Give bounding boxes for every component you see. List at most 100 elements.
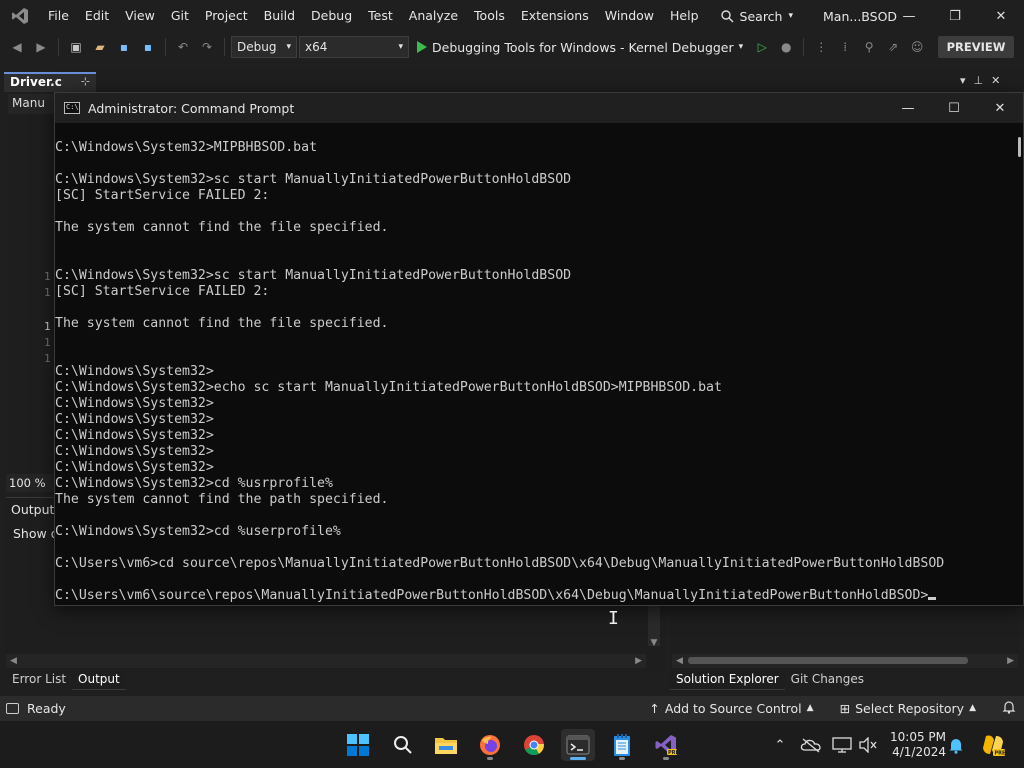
breakpoints-icon[interactable]: ⁞ (834, 36, 856, 58)
minimize-button[interactable]: — (886, 0, 932, 32)
close-icon[interactable]: ✕ (991, 74, 1000, 87)
tab-git-changes[interactable]: Git Changes (785, 670, 870, 690)
menu-build[interactable]: Build (256, 0, 303, 32)
search-menu[interactable]: Search ▾ (715, 0, 799, 32)
undo-icon[interactable]: ↶ (172, 36, 194, 58)
navigate-back-icon[interactable]: ◀ (6, 36, 28, 58)
menu-tools[interactable]: Tools (466, 0, 513, 32)
play-icon (417, 41, 427, 53)
scroll-left-arrow-icon[interactable]: ◀ (10, 656, 17, 666)
chrome-button[interactable] (517, 729, 551, 761)
copilot-preview-icon[interactable]: PRE (980, 732, 1006, 758)
menu-test[interactable]: Test (360, 0, 401, 32)
tool-window-controls: ▾ ⊥ ✕ (960, 74, 1000, 87)
start-button[interactable] (341, 729, 375, 761)
console-line: The system cannot find the file specifie… (55, 220, 389, 235)
scroll-right-arrow-icon[interactable]: ▶ (1007, 656, 1014, 666)
taskbar-search-button[interactable] (386, 729, 420, 761)
network-display-icon[interactable] (832, 737, 852, 753)
save-all-icon[interactable]: ▪ (137, 36, 159, 58)
scroll-left-arrow-icon[interactable]: ◀ (676, 656, 683, 666)
console-vertical-scrollbar[interactable] (1009, 123, 1023, 605)
tab-solution-explorer[interactable]: Solution Explorer (670, 670, 785, 690)
open-folder-icon[interactable]: ▰ (89, 36, 111, 58)
notepad-button[interactable] (605, 729, 639, 761)
line-number: 1 (44, 352, 51, 365)
feedback-icon[interactable]: ☺ (906, 36, 928, 58)
menu-debug[interactable]: Debug (303, 0, 360, 32)
filter-icon[interactable]: ⚲ (858, 36, 880, 58)
clock-date: 4/1/2024 (892, 745, 946, 759)
pin-icon[interactable]: ⊹ (81, 75, 90, 88)
menu-project[interactable]: Project (197, 0, 256, 32)
live-share-icon[interactable]: ⇗ (882, 36, 904, 58)
start-debugging-button[interactable]: Debugging Tools for Windows - Kernel Deb… (417, 40, 743, 55)
notifications-bell-icon[interactable] (1002, 700, 1016, 717)
save-icon[interactable]: ▪ (113, 36, 135, 58)
visual-studio-button[interactable]: PRE (649, 729, 683, 761)
configuration-select[interactable]: Debug ▾ (231, 36, 297, 58)
scrollbar-thumb[interactable] (1018, 137, 1021, 157)
menu-extensions[interactable]: Extensions (513, 0, 597, 32)
chevron-down-icon: ▾ (738, 42, 744, 52)
visual-studio-logo-icon[interactable] (0, 0, 40, 32)
preview-badge[interactable]: PREVIEW (938, 36, 1014, 58)
console-line: C:\Windows\System32> (55, 364, 214, 379)
output-horizontal-scrollbar[interactable]: ◀ ▶ (6, 654, 646, 668)
chevron-down-icon: ▾ (788, 11, 794, 21)
document-tab-driver-c[interactable]: Driver.c ⊹ (4, 72, 96, 92)
close-button[interactable]: ✕ (978, 0, 1024, 32)
menu-edit[interactable]: Edit (77, 0, 117, 32)
visual-studio-icon: PRE (655, 735, 678, 756)
scroll-down-arrow-icon[interactable]: ▼ (648, 638, 660, 648)
restore-button[interactable]: ❐ (932, 0, 978, 32)
new-project-icon[interactable]: ▣ (65, 36, 87, 58)
taskbar-clock[interactable]: 10:05 PM 4/1/2024 (888, 730, 946, 760)
file-explorer-button[interactable] (429, 729, 463, 761)
firefox-button[interactable] (473, 729, 507, 761)
chevron-down-icon: ▾ (286, 42, 291, 52)
start-without-debugging-icon[interactable]: ▷ (751, 36, 773, 58)
toolbar-divider (58, 38, 59, 56)
tab-output[interactable]: Output (72, 670, 126, 690)
menu-help[interactable]: Help (662, 0, 707, 32)
scrollbar-thumb[interactable] (688, 657, 968, 664)
menu-view[interactable]: View (117, 0, 163, 32)
menu-window[interactable]: Window (597, 0, 662, 32)
navigate-forward-icon[interactable]: ▶ (30, 36, 52, 58)
select-repository-button[interactable]: ⊞ Select Repository ▲ (840, 701, 976, 716)
scroll-right-arrow-icon[interactable]: ▶ (635, 656, 642, 666)
platform-select[interactable]: x64 ▾ (299, 36, 409, 58)
show-hidden-icons-icon[interactable]: ⌃ (770, 738, 790, 753)
volume-muted-icon[interactable] (858, 737, 878, 753)
command-prompt-window[interactable]: C:\ Administrator: Command Prompt — ☐ ✕ … (54, 92, 1024, 606)
zoom-level[interactable]: 100 % (6, 474, 54, 492)
add-to-source-control-button[interactable]: ↑ Add to Source Control ▲ (649, 701, 813, 716)
run-target-label: Debugging Tools for Windows - Kernel Deb… (432, 39, 734, 55)
tab-error-list[interactable]: Error List (6, 670, 72, 690)
vs-menubar: File Edit View Git Project Build Debug T… (0, 0, 1024, 32)
console-line: C:\Windows\System32> (55, 460, 214, 475)
menu-git[interactable]: Git (163, 0, 197, 32)
hot-reload-icon[interactable]: ● (775, 36, 797, 58)
command-prompt-titlebar[interactable]: C:\ Administrator: Command Prompt — ☐ ✕ (55, 93, 1023, 123)
chevron-down-icon[interactable]: ▾ (960, 74, 966, 87)
step-icon[interactable]: ⋮ (810, 36, 832, 58)
menu-analyze[interactable]: Analyze (401, 0, 466, 32)
menu-file[interactable]: File (40, 0, 77, 32)
navigation-bar-project[interactable]: Manu (8, 94, 58, 114)
minimize-button[interactable]: — (885, 93, 931, 123)
command-prompt-title: Administrator: Command Prompt (88, 100, 295, 116)
maximize-button[interactable]: ☐ (931, 93, 977, 123)
arrow-up-icon: ↑ (649, 700, 660, 716)
console-output[interactable]: C:\Windows\System32>MIPBHBSOD.bat C:\Wind… (55, 123, 1011, 605)
notification-bell-icon[interactable] (948, 736, 964, 754)
redo-icon[interactable]: ↷ (196, 36, 218, 58)
onedrive-icon[interactable] (800, 737, 822, 753)
terminal-icon (566, 735, 590, 755)
close-button[interactable]: ✕ (977, 93, 1023, 123)
pin-icon[interactable]: ⊥ (974, 74, 984, 87)
terminal-button[interactable] (561, 729, 595, 761)
